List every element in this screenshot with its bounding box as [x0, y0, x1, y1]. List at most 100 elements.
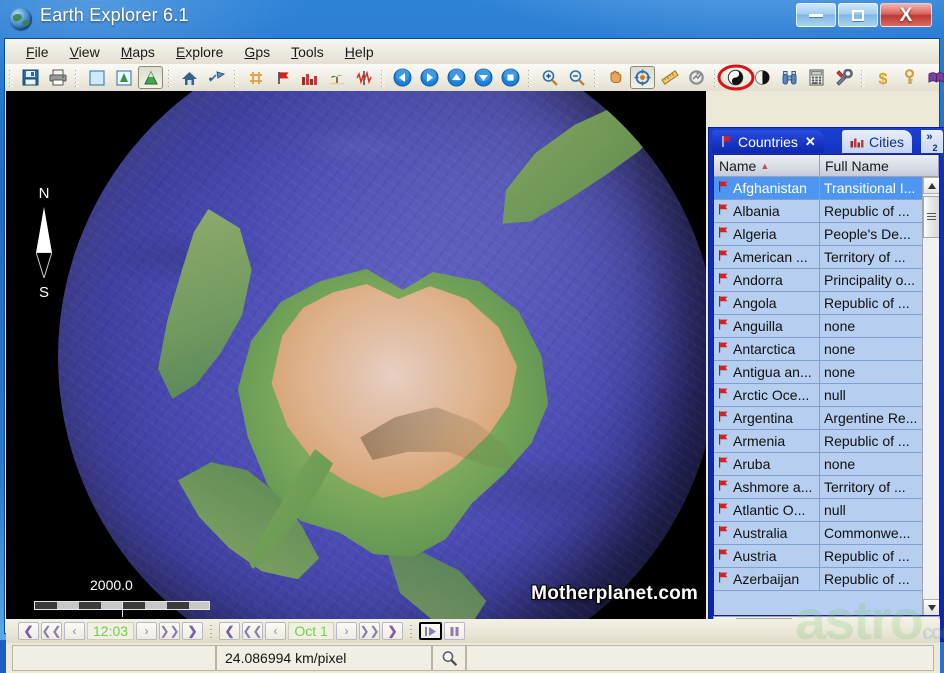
table-row[interactable]: Ashmore a... Territory of ... [714, 476, 939, 499]
book-icon[interactable] [924, 66, 944, 89]
nav-down-icon[interactable] [471, 66, 496, 89]
date-value[interactable]: Oct 1 [288, 622, 335, 640]
column-header-name[interactable]: Name ▲ [714, 155, 820, 177]
print-icon[interactable] [45, 66, 70, 89]
nav-stop-icon[interactable] [498, 66, 523, 89]
time-last-button[interactable]: ❯ [182, 622, 204, 640]
calculator-icon[interactable] [804, 66, 829, 89]
table-row[interactable]: Andorra Principality o... [714, 269, 939, 292]
time-value[interactable]: 12:03 [87, 622, 135, 640]
currency-icon[interactable]: $ [870, 66, 895, 89]
date-back-button[interactable]: ‹ [265, 622, 287, 640]
home-icon[interactable] [177, 66, 202, 89]
toolbar-grip[interactable] [8, 67, 15, 88]
day-night-icon[interactable] [717, 64, 755, 91]
nav-right-icon[interactable] [417, 66, 442, 89]
ruler-icon[interactable] [657, 66, 682, 89]
table-row[interactable]: Australia Commonwe... [714, 522, 939, 545]
menu-file[interactable]: File [17, 41, 58, 63]
nav-left-icon[interactable] [390, 66, 415, 89]
grid-vertical-scrollbar[interactable] [922, 177, 939, 615]
flag-icon[interactable] [270, 66, 295, 89]
date-back-fast-button[interactable]: ❮❮ [242, 622, 264, 640]
table-row[interactable]: Antarctica none [714, 338, 939, 361]
table-row[interactable]: American ... Territory of ... [714, 246, 939, 269]
menu-gps[interactable]: Gps [235, 41, 279, 63]
minimize-button[interactable] [796, 3, 836, 27]
globe-render[interactable] [58, 91, 706, 619]
maximize-button[interactable] [838, 3, 878, 27]
time-forward-button[interactable]: › [136, 622, 158, 640]
time-forward-fast-button[interactable]: ❯❯ [159, 622, 181, 640]
globe-map-view[interactable]: N S 2000.0 0.0 km 4000.0 Mot [6, 91, 706, 619]
flag-icon [717, 318, 730, 334]
key-icon[interactable] [897, 66, 922, 89]
toolbar-grip[interactable] [593, 67, 600, 88]
city-icon[interactable] [297, 66, 322, 89]
time-back-fast-button[interactable]: ❮❮ [41, 622, 62, 640]
close-button[interactable]: X [880, 3, 932, 27]
menu-maps[interactable]: Maps [112, 41, 164, 63]
pan-hand-icon[interactable] [603, 66, 628, 89]
toolbar-grip[interactable] [860, 67, 867, 88]
tab-overflow-button[interactable]: » 2 [921, 130, 943, 153]
zoom-out-icon[interactable] [564, 66, 589, 89]
status-zoom-button[interactable] [432, 645, 466, 671]
table-row[interactable]: Antigua an... none [714, 361, 939, 384]
table-row[interactable]: Afghanistan Transitional I... [714, 177, 939, 200]
toolbar-grip[interactable] [713, 67, 720, 88]
save-icon[interactable] [18, 66, 43, 89]
grid-body[interactable]: Afghanistan Transitional I... Albania Repub… [714, 177, 939, 615]
table-row[interactable]: Angola Republic of ... [714, 292, 939, 315]
terrain-icon[interactable] [138, 66, 163, 89]
menu-explore[interactable]: Explore [167, 41, 232, 63]
table-row[interactable]: Atlantic O... null [714, 499, 939, 522]
time-back-button[interactable]: ‹ [64, 622, 85, 640]
nav-up-icon[interactable] [444, 66, 469, 89]
flat-map-icon[interactable] [84, 66, 109, 89]
toolbar-grip[interactable] [233, 67, 240, 88]
island-icon[interactable] [324, 66, 349, 89]
settings-tools-icon[interactable] [831, 66, 856, 89]
grid-icon[interactable] [243, 66, 268, 89]
toolbar-grip[interactable] [74, 67, 81, 88]
pause-button[interactable] [444, 622, 466, 640]
toolbar-grip[interactable] [527, 67, 534, 88]
table-row[interactable]: Argentina Argentine Re... [714, 407, 939, 430]
date-last-button[interactable]: ❯ [382, 622, 404, 640]
table-row[interactable]: Austria Republic of ... [714, 545, 939, 568]
path-icon[interactable] [684, 66, 709, 89]
zoom-in-icon[interactable] [537, 66, 562, 89]
earthquake-icon[interactable] [351, 66, 376, 89]
play-button[interactable] [419, 622, 443, 640]
date-forward-fast-button[interactable]: ❯❯ [359, 622, 381, 640]
date-first-button[interactable]: ❮ [219, 622, 241, 640]
column-header-full-name[interactable]: Full Name [820, 155, 939, 177]
table-row[interactable]: Algeria People's De... [714, 223, 939, 246]
window-title: Earth Explorer 6.1 [40, 5, 189, 25]
menu-help[interactable]: Help [336, 41, 383, 63]
date-forward-button[interactable]: › [336, 622, 358, 640]
table-row[interactable]: Arctic Oce... null [714, 384, 939, 407]
table-row[interactable]: Albania Republic of ... [714, 200, 939, 223]
toolbar-grip[interactable] [167, 67, 174, 88]
scroll-down-button[interactable] [923, 599, 939, 615]
scroll-up-button[interactable] [923, 177, 939, 194]
table-row[interactable]: Azerbaijan Republic of ... [714, 568, 939, 591]
map-layer-icon[interactable] [111, 66, 136, 89]
waypoint-icon[interactable] [204, 66, 229, 89]
tab-cities[interactable]: Cities [842, 130, 913, 153]
scroll-thumb[interactable] [923, 196, 939, 238]
table-row[interactable]: Aruba none [714, 453, 939, 476]
table-row[interactable]: Anguilla none [714, 315, 939, 338]
menu-tools[interactable]: Tools [282, 41, 333, 63]
target-icon[interactable] [630, 66, 655, 89]
menu-view[interactable]: View [61, 41, 109, 63]
tab-close-icon[interactable]: ✕ [805, 134, 816, 150]
binoculars-icon[interactable] [777, 66, 802, 89]
table-row[interactable]: Armenia Republic of ... [714, 430, 939, 453]
toolbar-grip[interactable] [380, 67, 387, 88]
tab-countries[interactable]: Countries ✕ [712, 130, 824, 153]
terminator-icon[interactable] [750, 66, 775, 89]
time-first-button[interactable]: ❮ [18, 622, 39, 640]
